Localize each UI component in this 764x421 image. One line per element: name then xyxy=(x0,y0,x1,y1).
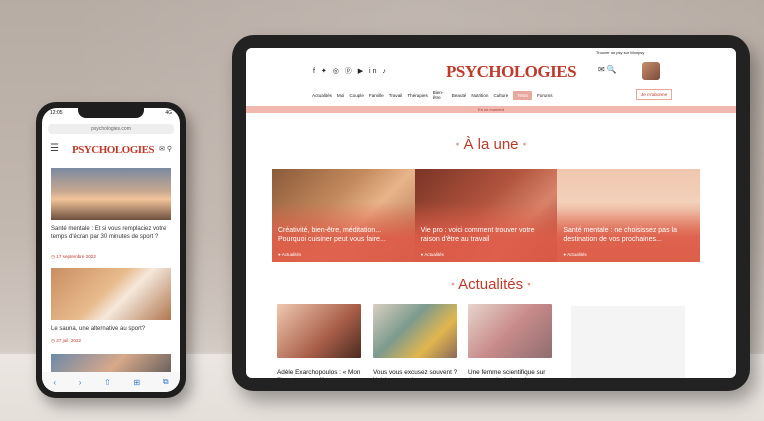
tablet-device: f ✦ ◎ ⓟ ▶ in ♪ PSYCHOLOGIES Trouver un p… xyxy=(232,35,750,391)
section-a-la-une-label: À la une xyxy=(463,136,519,153)
news-thumbnail[interactable] xyxy=(373,304,457,358)
news-thumbnail[interactable] xyxy=(468,304,552,358)
featured-cards: Créativité, bien-être, méditation... Pou… xyxy=(272,169,701,262)
nav-item-famille[interactable]: Famille xyxy=(369,93,384,98)
article-date: ◷ 17 septembre 2022 xyxy=(51,254,96,259)
browser-toolbar: ‹ › ⇧ ⊞ ⧉ xyxy=(42,372,180,392)
promo-avatar[interactable] xyxy=(642,62,660,80)
subscribe-button[interactable]: Je m'abonne xyxy=(636,89,673,100)
featured-card[interactable]: Santé mentale : ne choisissez pas la des… xyxy=(557,169,701,262)
phone-device: 12:05 4G psychologies.com ☰ PSYCHOLOGIES… xyxy=(36,102,186,398)
article-title[interactable]: Le sauna, une alternative au sport? xyxy=(51,326,171,334)
card-title[interactable]: Vie pro : voici comment trouver votre ra… xyxy=(421,227,551,244)
nav-item-forums[interactable]: Forums xyxy=(537,93,553,98)
back-icon[interactable]: ‹ xyxy=(53,378,56,387)
article-date: ◷ 27 juil. 2022 xyxy=(51,338,82,343)
url-bar[interactable]: psychologies.com xyxy=(48,124,174,134)
mobile-logo[interactable]: PSYCHOLOGIES xyxy=(72,144,155,156)
nav-item-tests[interactable]: Tests xyxy=(513,90,532,100)
nav-item-beaute[interactable]: Beauté xyxy=(452,93,467,98)
section-title-a-la-une: • À la une • xyxy=(455,136,527,153)
trending-strip[interactable]: En ce moment xyxy=(246,106,736,113)
nav-item-moi[interactable]: Moi xyxy=(337,93,344,98)
phone-screen: 12:05 4G psychologies.com ☰ PSYCHOLOGIES… xyxy=(42,108,180,392)
site-header: f ✦ ◎ ⓟ ▶ in ♪ PSYCHOLOGIES Trouver un p… xyxy=(246,48,736,118)
share-icon[interactable]: ⇧ xyxy=(104,378,111,387)
forward-icon[interactable]: › xyxy=(79,378,82,387)
card-tag: ● Actualités xyxy=(563,252,587,257)
status-time: 12:05 xyxy=(50,110,63,116)
main-nav: Actualités Moi Couple Famille Travail Th… xyxy=(312,90,553,100)
card-title[interactable]: Créativité, bien-être, méditation... Pou… xyxy=(278,227,408,244)
news-caption[interactable]: Une femme scientifique sur deux serait v… xyxy=(468,369,558,378)
nav-item-actualites[interactable]: Actualités xyxy=(312,93,332,98)
news-caption[interactable]: Vous vous excusez souvent ? Voici pourqu… xyxy=(373,369,463,378)
mobile-header-icons[interactable]: ✉ ⚲ xyxy=(159,145,172,153)
tablet-screen: f ✦ ◎ ⓟ ▶ in ♪ PSYCHOLOGIES Trouver un p… xyxy=(246,48,736,378)
article-title[interactable]: Santé mentale : Et si vous remplaciez vo… xyxy=(51,226,171,241)
news-thumbnail[interactable] xyxy=(277,304,361,358)
nav-item-bien-etre[interactable]: Bien-être xyxy=(433,90,447,100)
tabs-icon[interactable]: ⧉ xyxy=(163,377,169,387)
ad-placeholder xyxy=(571,306,685,378)
status-signal: 4G xyxy=(165,110,172,116)
card-tag: ● Actualités xyxy=(278,252,302,257)
nav-item-nutrition[interactable]: Nutrition xyxy=(471,93,488,98)
section-actualites-label: Actualités xyxy=(458,276,524,293)
card-tag: ● Actualités xyxy=(420,252,444,257)
phone-notch xyxy=(78,108,144,118)
section-title-actualites: • Actualités • xyxy=(451,276,531,293)
header-icons[interactable]: ✉ 🔍 xyxy=(598,65,617,74)
menu-icon[interactable]: ☰ xyxy=(50,143,59,154)
nav-item-therapies[interactable]: Thérapies xyxy=(407,93,427,98)
nav-item-culture[interactable]: Culture xyxy=(493,93,508,98)
nav-item-couple[interactable]: Couple xyxy=(349,93,364,98)
news-caption[interactable]: Adèle Exarchopoulos : « Mon fils est mon… xyxy=(277,369,367,378)
social-icons[interactable]: f ✦ ◎ ⓟ ▶ in ♪ xyxy=(313,66,388,76)
promo-link[interactable]: Trouver un psy sur Monpsy xyxy=(596,50,644,55)
article-image[interactable] xyxy=(51,168,171,220)
featured-card[interactable]: Créativité, bien-être, méditation... Pou… xyxy=(272,169,415,262)
card-title[interactable]: Santé mentale : ne choisissez pas la des… xyxy=(563,227,693,244)
site-logo[interactable]: PSYCHOLOGIES xyxy=(446,62,577,82)
article-image[interactable] xyxy=(51,268,171,320)
bookmarks-icon[interactable]: ⊞ xyxy=(134,378,141,387)
featured-card[interactable]: Vie pro : voici comment trouver votre ra… xyxy=(414,169,558,262)
nav-item-travail[interactable]: Travail xyxy=(389,93,403,98)
